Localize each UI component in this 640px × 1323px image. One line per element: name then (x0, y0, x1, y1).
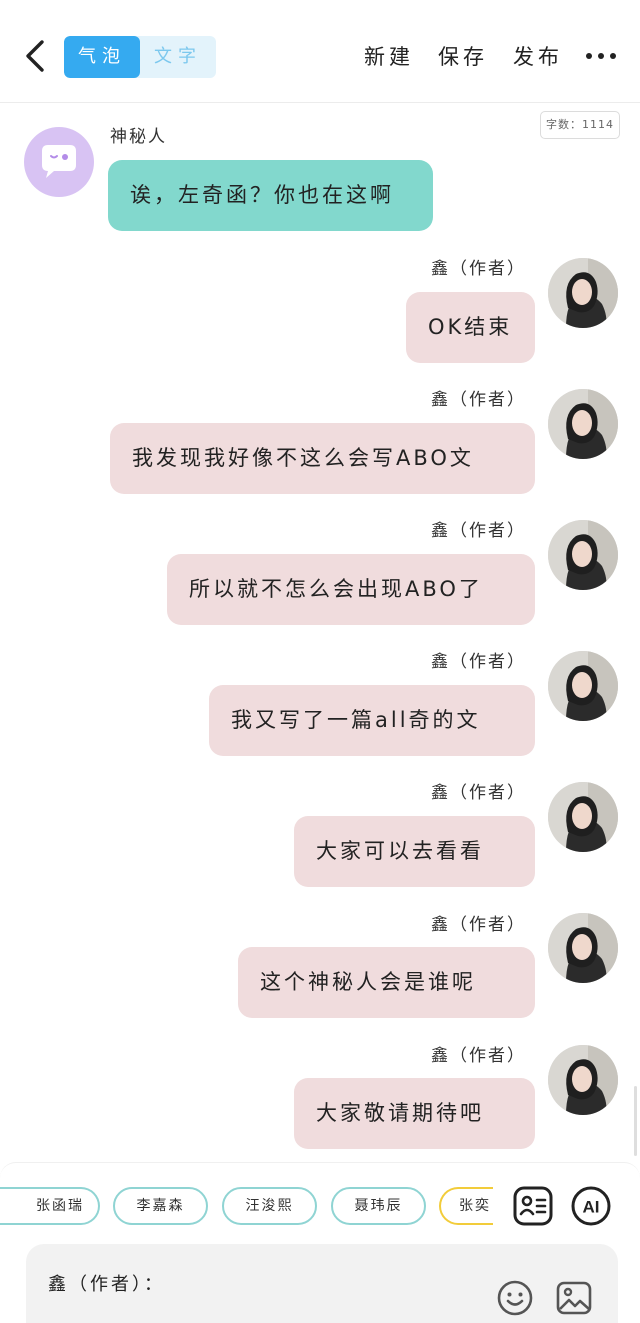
message-bubble[interactable]: 我又写了一篇all奇的文 (209, 685, 535, 756)
message-bubble[interactable]: 大家可以去看看 (294, 816, 535, 887)
character-chip[interactable]: 汪浚熙 (222, 1187, 317, 1225)
top-bar: 气泡 文字 新建 保存 发布 (0, 0, 640, 103)
message-bubble[interactable]: 所以就不怎么会出现ABO了 (167, 554, 535, 625)
avatar-mystery[interactable] (24, 127, 94, 197)
image-icon[interactable] (556, 1280, 592, 1316)
message-bubble[interactable]: 大家敬请期待吧 (294, 1078, 535, 1149)
message-bubble[interactable]: 诶，左奇函？你也在这啊 (108, 160, 433, 231)
publish-button[interactable]: 发布 (513, 40, 563, 74)
sender-name: 鑫（作者） (431, 259, 526, 279)
author-photo (548, 651, 618, 721)
mode-segment: 气泡 文字 (64, 36, 216, 78)
avatar-author[interactable] (548, 389, 618, 459)
character-chip[interactable]: 李嘉森 (113, 1187, 208, 1225)
save-button[interactable]: 保存 (438, 40, 488, 74)
author-photo (548, 520, 618, 590)
message-bubble[interactable]: OK结束 (406, 292, 535, 363)
character-list-icon[interactable] (513, 1186, 553, 1226)
avatar-author[interactable] (548, 782, 618, 852)
sender-name: 鑫（作者） (431, 390, 526, 410)
character-chip[interactable]: 张奕 (439, 1187, 493, 1225)
input-speaker-label: 鑫（作者）： (48, 1274, 165, 1295)
avatar-author[interactable] (548, 520, 618, 590)
sender-name: 鑫（作者） (431, 915, 526, 935)
avatar-author[interactable] (548, 1045, 618, 1115)
back-arrow-icon[interactable] (18, 36, 52, 76)
tab-text[interactable]: 文字 (140, 36, 216, 78)
author-photo (548, 913, 618, 983)
avatar-author[interactable] (548, 913, 618, 983)
sender-name: 鑫（作者） (431, 521, 526, 541)
chat-bubble-icon (42, 145, 76, 178)
sender-name: 鑫（作者） (431, 783, 526, 803)
message-bubble[interactable]: 这个神秘人会是谁呢 (238, 947, 535, 1018)
more-icon[interactable] (586, 50, 616, 62)
sender-name: 鑫（作者） (431, 1046, 526, 1066)
character-chip[interactable]: 聂玮辰 (331, 1187, 426, 1225)
scrollbar[interactable] (634, 1086, 637, 1156)
author-photo (548, 1045, 618, 1115)
emoji-icon[interactable] (497, 1280, 533, 1316)
tab-bubble[interactable]: 气泡 (64, 36, 140, 78)
sender-name: 神秘人 (110, 127, 167, 147)
author-photo (548, 258, 618, 328)
author-photo (548, 782, 618, 852)
svg-text:AI: AI (583, 1198, 600, 1217)
message-bubble[interactable]: 我发现我好像不这么会写ABO文 (110, 423, 535, 494)
character-chip[interactable]: 张函瑞 (0, 1187, 100, 1225)
author-photo (548, 389, 618, 459)
ai-icon[interactable]: AI (571, 1186, 611, 1226)
avatar-author[interactable] (548, 651, 618, 721)
word-count-badge: 字数：1114 (540, 111, 620, 139)
sender-name: 鑫（作者） (431, 652, 526, 672)
new-button[interactable]: 新建 (364, 40, 414, 74)
avatar-author[interactable] (548, 258, 618, 328)
